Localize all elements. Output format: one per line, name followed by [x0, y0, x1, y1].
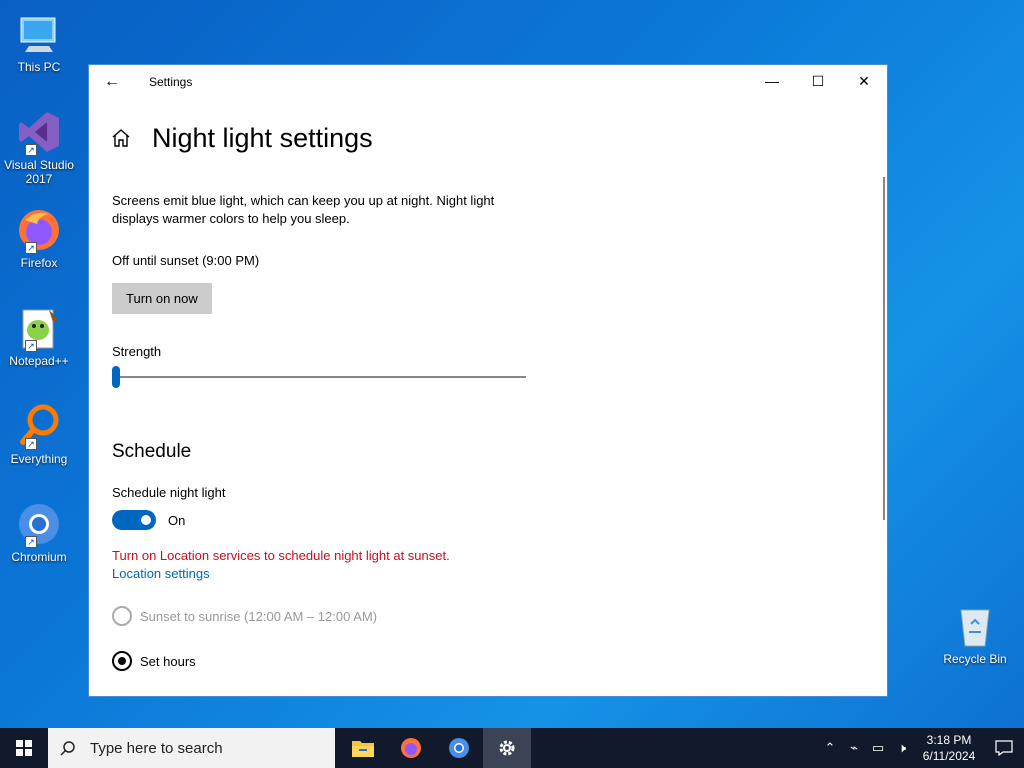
title-bar: ← Settings — ☐ ✕: [89, 65, 887, 99]
close-button[interactable]: ✕: [841, 65, 887, 97]
schedule-heading: Schedule: [112, 441, 192, 462]
schedule-night-light-label: Schedule night light: [112, 485, 226, 500]
desktop-icon-this-pc[interactable]: This PC: [4, 10, 74, 74]
desktop-icon-firefox[interactable]: ↗ Firefox: [4, 206, 74, 270]
location-warning: Turn on Location services to schedule ni…: [112, 548, 450, 563]
sunset-to-sunrise-radio[interactable]: [112, 606, 132, 626]
taskbar-search-box[interactable]: Type here to search: [48, 728, 335, 768]
shortcut-arrow-icon: ↗: [25, 242, 37, 254]
shortcut-arrow-icon: ↗: [25, 536, 37, 548]
turn-on-now-button[interactable]: Turn on now: [112, 283, 212, 314]
maximize-icon: ☐: [811, 72, 825, 89]
back-button[interactable]: ←: [89, 65, 135, 99]
notification-icon: [995, 740, 1013, 756]
desktop-icon-label: Notepad++: [9, 354, 69, 368]
close-icon: ✕: [858, 72, 870, 89]
taskbar-file-explorer[interactable]: [339, 728, 387, 768]
taskbar-chromium[interactable]: [435, 728, 483, 768]
windows-logo-icon: [16, 740, 32, 756]
clock-date: 6/11/2024: [922, 749, 976, 763]
sunset-to-sunrise-label: Sunset to sunrise (12:00 AM – 12:00 AM): [140, 608, 378, 624]
set-hours-label: Set hours: [140, 653, 196, 669]
location-settings-link[interactable]: Location settings: [112, 566, 852, 581]
schedule-toggle-state: On: [168, 512, 186, 528]
desktop-icon-chromium[interactable]: ↗ Chromium: [4, 500, 74, 564]
back-arrow-icon: ←: [104, 73, 120, 90]
action-center-button[interactable]: [984, 728, 1024, 768]
schedule-toggle[interactable]: [112, 510, 156, 530]
desktop-icon-label: Everything: [10, 452, 68, 466]
firefox-icon: ↗: [15, 206, 63, 254]
start-button[interactable]: [0, 728, 48, 768]
desktop-icon-everything[interactable]: ↗ Everything: [4, 402, 74, 466]
minimize-button[interactable]: —: [749, 65, 795, 97]
this-pc-icon: [15, 10, 63, 58]
desktop-icon-label: Recycle Bin: [943, 652, 1007, 666]
desktop-icon-notepad-plus-plus[interactable]: ↗ Notepad++: [4, 304, 74, 368]
network-icon[interactable]: ▭: [866, 728, 890, 768]
minimize-icon: —: [765, 73, 779, 89]
taskbar-settings[interactable]: [483, 728, 531, 768]
maximize-button[interactable]: ☐: [795, 65, 841, 97]
home-icon[interactable]: [110, 127, 132, 149]
taskbar-firefox[interactable]: [387, 728, 435, 768]
strength-label: Strength: [112, 344, 162, 359]
page-title: Night light settings: [152, 122, 373, 153]
everything-search-icon: ↗: [15, 402, 63, 450]
notepad-plus-plus-icon: ↗: [15, 304, 63, 352]
volume-muted-icon[interactable]: 🕨: [890, 728, 914, 768]
chromium-icon: ↗: [15, 500, 63, 548]
system-tray: ⌃ ⌁ ▭ 🕨 3:18 PM 6/11/2024: [818, 728, 1024, 768]
window-title: Settings: [149, 75, 193, 89]
taskbar: Type here to search ⌃ ⌁ ▭ 🕨 3:18 PM 6/11…: [0, 728, 1024, 768]
shortcut-arrow-icon: ↗: [25, 340, 37, 352]
tray-overflow-chevron-icon[interactable]: ⌃: [818, 728, 842, 768]
search-placeholder: Type here to search: [90, 739, 223, 757]
night-light-description: Screens emit blue light, which can keep …: [112, 193, 495, 226]
desktop-icon-label: Chromium: [11, 550, 67, 564]
scrollbar[interactable]: [883, 177, 885, 520]
set-hours-radio[interactable]: [112, 651, 132, 671]
shortcut-arrow-icon: ↗: [25, 438, 37, 450]
recycle-bin-icon: [951, 604, 999, 648]
slider-thumb[interactable]: [112, 366, 120, 388]
desktop-icon-label: Firefox: [20, 256, 58, 270]
desktop-icon-label: This PC: [17, 60, 61, 74]
slider-track: [112, 376, 526, 378]
desktop-icon-visual-studio[interactable]: ↗ Visual Studio 2017: [4, 108, 74, 186]
settings-window: ← Settings — ☐ ✕ Night light settings Sc…: [88, 64, 888, 697]
gear-icon: [499, 740, 515, 756]
visual-studio-icon: ↗: [15, 108, 63, 156]
settings-content: Night light settings Screens emit blue l…: [112, 99, 852, 671]
chromium-icon: [449, 738, 469, 758]
desktop-icon-label: Visual Studio 2017: [4, 158, 74, 186]
clock[interactable]: 3:18 PM 6/11/2024: [914, 732, 984, 764]
search-icon: [60, 741, 75, 756]
desktop-icon-recycle-bin[interactable]: Recycle Bin: [940, 604, 1010, 666]
shortcut-arrow-icon: ↗: [25, 144, 37, 156]
firefox-icon: [401, 738, 421, 758]
strength-slider[interactable]: [112, 365, 526, 389]
night-light-status: Off until sunset (9:00 PM): [112, 253, 260, 268]
network-offline-icon[interactable]: ⌁: [842, 728, 866, 768]
clock-time: 3:18 PM: [926, 733, 972, 747]
folder-icon: [352, 741, 374, 757]
